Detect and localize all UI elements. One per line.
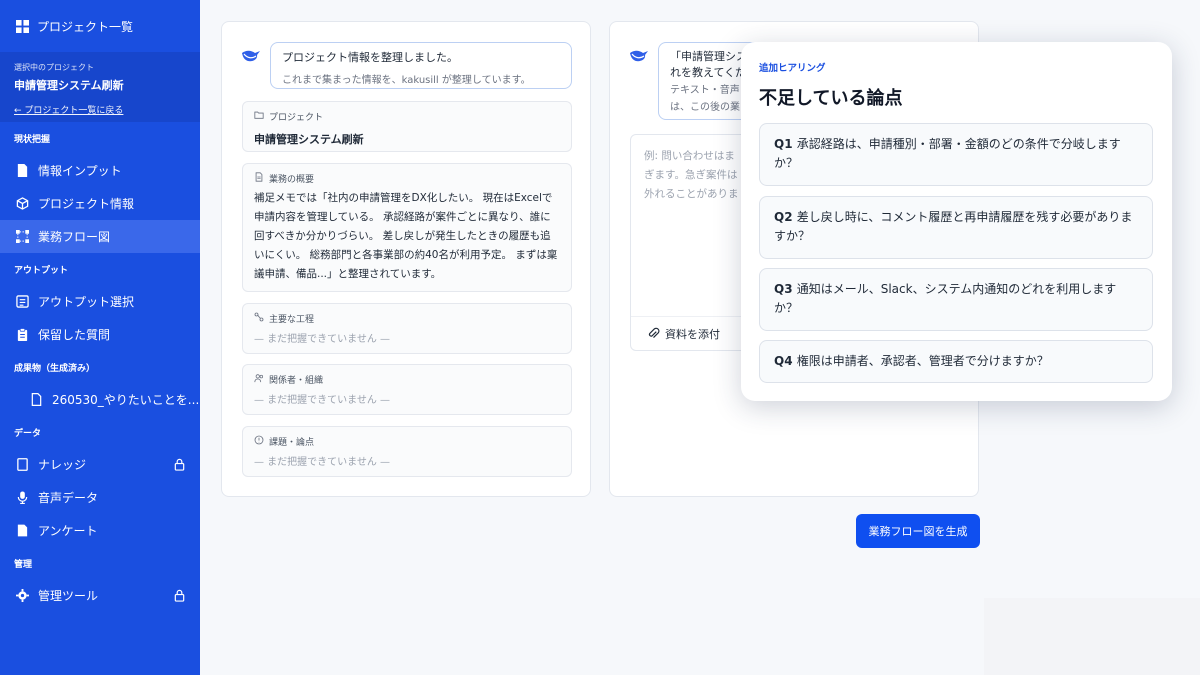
sidebar-item-survey[interactable]: アンケート <box>0 514 200 547</box>
stakeholder-field-empty: — まだ把握できていません — <box>254 395 391 406</box>
project-field: プロジェクト 申請管理システム刷新 <box>242 101 572 152</box>
additional-hearing-popup: 追加ヒアリング 不足している論点 Q1 承認経路は、申請種別・部署・金額のどの条… <box>741 42 1172 401</box>
alert-icon <box>254 435 264 448</box>
section-admin: 管理 <box>14 559 33 570</box>
project-list-link[interactable]: プロジェクト一覧 <box>0 0 200 52</box>
sidebar-item-label: アウトプット選択 <box>38 295 135 309</box>
folder-icon <box>254 110 264 123</box>
sidebar-item-knowledge[interactable]: ナレッジ <box>0 448 200 481</box>
question-id: Q4 <box>774 354 797 368</box>
cube-icon <box>16 197 29 210</box>
assistant-bird-icon <box>240 44 262 66</box>
process-field-label-row: 主要な工程 <box>254 312 560 325</box>
question-card-q4[interactable]: Q4 権限は申請者、承認者、管理者で分けますか？ <box>759 340 1153 383</box>
assistant-bubble: プロジェクト情報を整理しました。 これまで集まった情報を、kakusill が整… <box>270 42 572 89</box>
question-card-q3[interactable]: Q3 通知はメール、Slack、システム内通知のどれを利用しますか？ <box>759 268 1153 331</box>
overview-field-text: 補足メモでは「社内の申請管理をDX化したい。 現在はExcelで申請内容を管理し… <box>254 192 558 280</box>
sidebar-item-label: 保留した質問 <box>38 328 111 342</box>
overview-field: 業務の概要 補足メモでは「社内の申請管理をDX化したい。 現在はExcelで申請… <box>242 163 572 292</box>
project-info-card: プロジェクト情報を整理しました。 これまで集まった情報を、kakusill が整… <box>221 21 591 497</box>
selected-project-name: 申請管理システム刷新 <box>14 79 124 92</box>
sidebar-item-label: ナレッジ <box>38 458 87 472</box>
list-box-icon <box>16 295 29 308</box>
route-icon <box>254 312 264 325</box>
microphone-icon <box>16 491 29 504</box>
gear-icon <box>16 589 29 602</box>
project-field-value: 申請管理システム刷新 <box>254 133 364 146</box>
sidebar-item-project-info[interactable]: プロジェクト情報 <box>0 187 200 220</box>
sidebar-item-label: 260530_やりたいことを... <box>52 393 200 407</box>
question-id: Q3 <box>774 282 797 296</box>
generate-business-flow-button[interactable]: 業務フロー図を生成 <box>856 514 980 548</box>
question-card-q1[interactable]: Q1 承認経路は、申請種別・部署・金額のどの条件で分岐しますか？ <box>759 123 1153 186</box>
sidebar-item-label: プロジェクト情報 <box>38 197 135 211</box>
lock-icon <box>173 458 186 471</box>
selected-project: 選択中のプロジェクト 申請管理システム刷新 ← プロジェクト一覧に戻る <box>0 52 200 122</box>
survey-icon <box>16 524 29 537</box>
question-text: 権限は申請者、承認者、管理者で分けますか？ <box>796 354 1049 368</box>
overview-field-label: 業務の概要 <box>269 175 315 185</box>
issue-field: 課題・論点 — まだ把握できていません — <box>242 426 572 477</box>
question-card-q2[interactable]: Q2 差し戻し時に、コメント履歴と再申請履歴を残す必要がありますか？ <box>759 196 1153 259</box>
issue-field-empty: — まだ把握できていません — <box>254 457 391 468</box>
back-to-projects-link[interactable]: ← プロジェクト一覧に戻る <box>14 103 186 116</box>
grid-icon <box>16 19 29 33</box>
process-field-empty: — まだ把握できていません — <box>254 334 391 345</box>
document-small-icon <box>254 172 264 185</box>
assistant-message: プロジェクト情報を整理しました。 これまで集まった情報を、kakusill が整… <box>240 42 572 89</box>
sidebar-item-admin-tools[interactable]: 管理ツール <box>0 579 200 612</box>
question-text: 差し戻し時に、コメント履歴と再申請履歴を残す必要がありますか？ <box>774 210 1133 243</box>
sidebar-item-label: 業務フロー図 <box>38 230 111 244</box>
sidebar-item-label: アンケート <box>38 524 98 538</box>
sidebar: プロジェクト一覧 選択中のプロジェクト 申請管理システム刷新 ← プロジェクト一… <box>0 0 200 675</box>
question-text: 通知はメール、Slack、システム内通知のどれを利用しますか？ <box>774 282 1117 315</box>
assistant-bird-icon <box>628 44 650 66</box>
people-icon <box>254 373 264 386</box>
sidebar-item-audio-data[interactable]: 音声データ <box>0 481 200 514</box>
sidebar-item-label: 情報インプット <box>38 164 122 178</box>
sidebar-item-deliverable[interactable]: 260530_やりたいことを... <box>0 383 200 416</box>
popup-title: 不足している論点 <box>759 88 903 109</box>
project-field-label: プロジェクト <box>269 113 324 123</box>
stakeholder-field-label: 関係者・組織 <box>269 376 324 386</box>
attach-file-label: 資料を添付 <box>665 327 720 341</box>
popup-tag: 追加ヒアリング <box>759 63 826 74</box>
section-deliverables: 成果物（生成済み） <box>14 363 96 374</box>
file-icon <box>30 393 43 406</box>
paperclip-icon <box>647 327 660 340</box>
issue-field-label: 課題・論点 <box>269 438 315 448</box>
sidebar-item-info-input[interactable]: 情報インプット <box>0 154 200 187</box>
book-icon <box>16 458 29 471</box>
sidebar-item-output-select[interactable]: アウトプット選択 <box>0 285 200 318</box>
section-data: データ <box>14 428 42 439</box>
document-icon <box>16 164 29 177</box>
question-id: Q1 <box>774 137 797 151</box>
stakeholder-field-label-row: 関係者・組織 <box>254 373 560 386</box>
stakeholder-field: 関係者・組織 — まだ把握できていません — <box>242 364 572 415</box>
project-field-label-row: プロジェクト <box>254 110 560 123</box>
process-field: 主要な工程 — まだ把握できていません — <box>242 303 572 354</box>
clipboard-icon <box>16 328 29 341</box>
project-list-label: プロジェクト一覧 <box>37 19 134 34</box>
section-current: 現状把握 <box>14 134 51 145</box>
sidebar-item-label: 管理ツール <box>38 589 99 603</box>
overview-field-label-row: 業務の概要 <box>254 172 560 185</box>
question-id: Q2 <box>774 210 797 224</box>
section-output: アウトプット <box>14 265 69 276</box>
process-field-label: 主要な工程 <box>269 315 315 325</box>
assistant-message-title: プロジェクト情報を整理しました。 <box>282 51 458 64</box>
background-panel <box>984 598 1200 675</box>
question-text: 承認経路は、申請種別・部署・金額のどの条件で分岐しますか？ <box>774 137 1121 170</box>
selected-project-caption: 選択中のプロジェクト <box>14 63 94 72</box>
assistant-message-sub: これまで集まった情報を、kakusill が整理しています。 <box>282 75 531 86</box>
sidebar-item-business-flow[interactable]: 業務フロー図 <box>0 220 200 253</box>
issue-field-label-row: 課題・論点 <box>254 435 560 448</box>
sidebar-item-saved-questions[interactable]: 保留した質問 <box>0 318 200 351</box>
sidebar-item-label: 音声データ <box>38 491 99 505</box>
lock-icon <box>173 589 186 602</box>
flow-icon <box>16 230 29 243</box>
